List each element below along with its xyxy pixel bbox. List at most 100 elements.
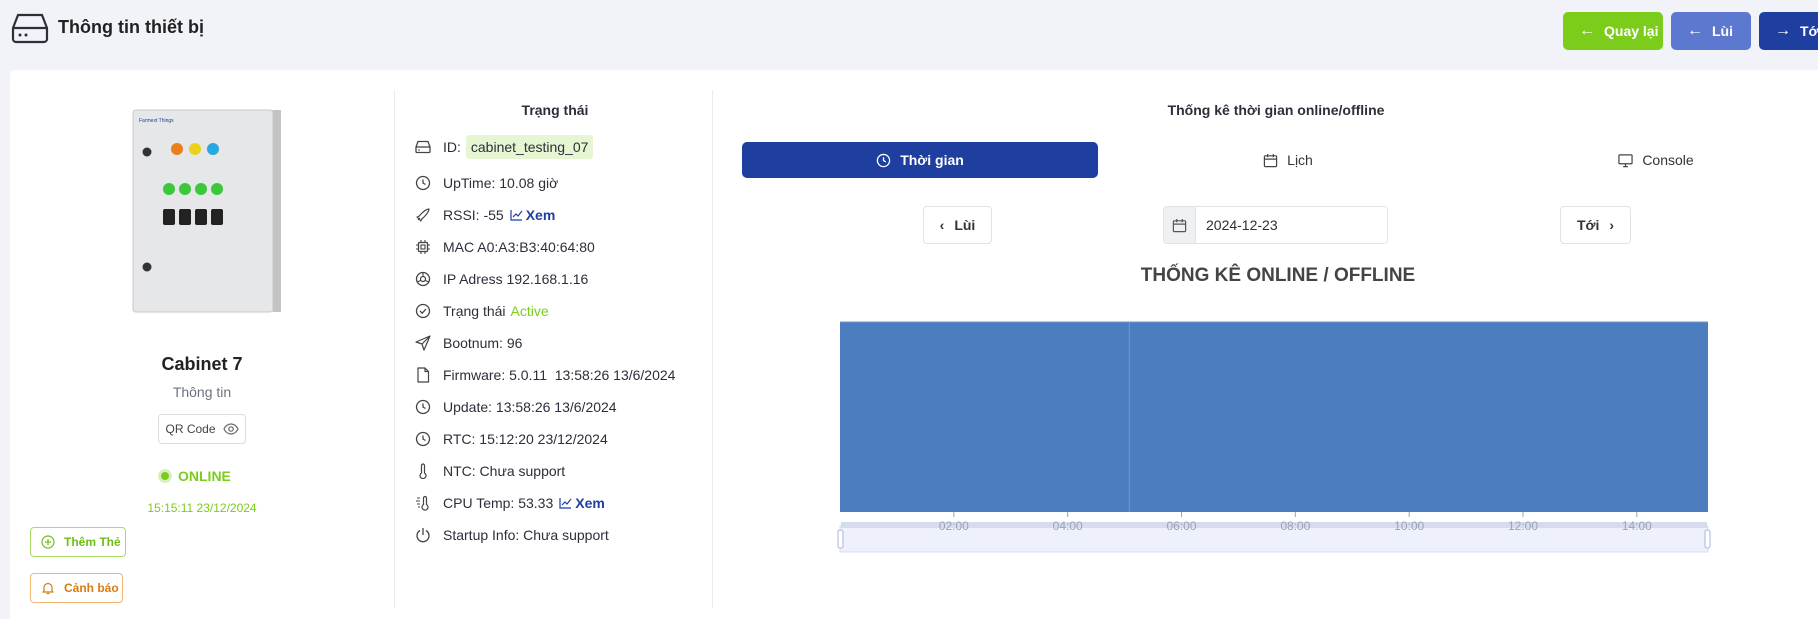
alert-button[interactable]: Cảnh báo: [30, 573, 123, 603]
rssi-view-link[interactable]: Xem: [510, 207, 555, 223]
tab-time[interactable]: Thời gian: [742, 142, 1098, 178]
calendar-icon: [1263, 153, 1278, 167]
chevron-right-icon: ›: [1609, 217, 1615, 233]
x-tick-label: 08:00: [1280, 519, 1310, 533]
state-label: Trạng thái: [443, 303, 506, 319]
plus-circle-icon: [41, 535, 55, 549]
status-rtc-row: RTC: 15:12:20 23/12/2024: [414, 429, 608, 449]
hard-drive-icon: [414, 138, 432, 156]
power-icon: [414, 526, 432, 544]
browser-icon: [414, 270, 432, 288]
status-ip-row: IP Adress 192.168.1.16: [414, 269, 588, 289]
chart-prev-label: Lùi: [954, 217, 976, 233]
clock-icon: [876, 153, 891, 167]
page-title: Thông tin thiết bị: [58, 17, 204, 37]
chart-prev-button[interactable]: ‹ Lùi: [923, 206, 992, 244]
startup-text: Startup Info: Chưa support: [443, 527, 609, 543]
clock-icon: [414, 174, 432, 192]
status-id-label: ID:: [443, 139, 461, 155]
x-tick-label: 14:00: [1622, 519, 1652, 533]
qr-code-label: QR Code: [165, 422, 216, 436]
x-tick-label: 02:00: [939, 519, 969, 533]
tab-console-label: Console: [1642, 152, 1694, 168]
firmware-text: Firmware: 5.0.11 13:58:26 13/6/2024: [443, 367, 676, 383]
uptime-text: UpTime: 10.08 giờ: [443, 175, 559, 191]
arrow-right-icon: →: [1775, 22, 1791, 39]
status-update-row: Update: 13:58:26 13/6/2024: [414, 397, 617, 417]
bootnum-text: Bootnum: 96: [443, 335, 523, 351]
prev-button-label: Lùi: [1712, 23, 1733, 39]
status-title: Trạng thái: [521, 102, 589, 118]
alert-label: Cảnh báo: [64, 581, 119, 595]
chevron-left-icon: ‹: [939, 217, 945, 233]
status-id-row: ID: cabinet_testing_07: [414, 135, 594, 159]
date-picker[interactable]: [1163, 206, 1388, 244]
tab-calendar[interactable]: Lịch: [1110, 142, 1466, 178]
mac-text: MAC A0:A3:B3:40:64:80: [443, 239, 595, 255]
chart-title: THỐNG KÊ ONLINE / OFFLINE: [1140, 265, 1416, 286]
ntc-text: NTC: Chưa support: [443, 463, 566, 479]
online-status-label: ONLINE: [178, 468, 231, 484]
tab-time-label: Thời gian: [900, 152, 964, 168]
hard-drive-icon: [11, 13, 49, 44]
eye-icon: [222, 423, 239, 435]
calendar-icon: [1164, 207, 1196, 243]
data-zoom-slider: [839, 525, 1709, 553]
x-tick-label: 10:00: [1394, 519, 1424, 533]
stats-title: Thống kê thời gian online/offline: [1167, 102, 1385, 118]
qr-code-button[interactable]: QR Code: [158, 414, 246, 444]
device-id-badge: cabinet_testing_07: [465, 135, 594, 159]
update-text: Update: 13:58:26 13/6/2024: [443, 399, 617, 415]
clock-icon: [414, 398, 432, 416]
next-button-label: Tới: [1800, 23, 1818, 39]
send-icon: [414, 334, 432, 352]
online-area-segment: [1129, 322, 1708, 512]
column-divider: [712, 90, 713, 608]
device-name: Cabinet 7: [161, 354, 243, 374]
line-chart-icon: [559, 498, 572, 509]
x-tick-label: 04:00: [1053, 519, 1083, 533]
check-circle-icon: [414, 302, 432, 320]
zoom-handle-left: [837, 529, 844, 549]
date-input[interactable]: [1196, 207, 1387, 243]
online-offline-chart: 02:00 04:00 06:00 08:00 10:00 12:00 14:00: [837, 321, 1711, 553]
cpu-temp-text: CPU Temp: 53.33: [443, 495, 554, 511]
status-bootnum-row: Bootnum: 96: [414, 333, 522, 353]
rocket-icon: [414, 206, 432, 224]
online-area-segment: [840, 322, 1130, 512]
monitor-icon: [1618, 153, 1633, 167]
cpu-temp-view-label: Xem: [575, 495, 605, 511]
state-value: Active: [510, 303, 549, 319]
temperature-icon: [414, 494, 432, 512]
line-chart-icon: [510, 210, 523, 221]
add-card-label: Thêm Thẻ: [64, 535, 121, 549]
status-cpu-row: CPU Temp: 53.33 Xem: [414, 493, 605, 513]
online-dot-icon: [158, 469, 172, 483]
rssi-text: RSSI: -55: [443, 207, 504, 223]
status-startup-row: Startup Info: Chưa support: [414, 525, 609, 545]
x-tick-label: 06:00: [1166, 519, 1196, 533]
data-zoom-track: [841, 522, 1707, 528]
x-tick-label: 12:00: [1508, 519, 1538, 533]
add-card-button[interactable]: Thêm Thẻ: [30, 527, 126, 557]
thermometer-icon: [414, 462, 432, 480]
status-state-row: Trạng thái Active: [414, 301, 549, 321]
file-icon: [414, 366, 432, 384]
device-subtitle: Thông tin: [172, 384, 232, 400]
chip-icon: [414, 238, 432, 256]
ip-text: IP Adress 192.168.1.16: [443, 271, 589, 287]
back-button[interactable]: ← Quay lại: [1563, 12, 1663, 50]
chart-next-button[interactable]: Tới ›: [1560, 206, 1631, 244]
bell-icon: [42, 582, 54, 595]
rtc-text: RTC: 15:12:20 23/12/2024: [443, 431, 608, 447]
clock-icon: [414, 430, 432, 448]
status-ntc-row: NTC: Chưa support: [414, 461, 565, 481]
tab-console[interactable]: Console: [1478, 142, 1818, 178]
prev-button[interactable]: ← Lùi: [1671, 12, 1751, 50]
status-mac-row: MAC A0:A3:B3:40:64:80: [414, 237, 595, 257]
cabinet-image: Farmext Things: [132, 109, 281, 313]
next-button[interactable]: → Tới: [1759, 12, 1818, 50]
online-status-time: 15:15:11 23/12/2024: [147, 501, 257, 515]
cpu-temp-view-link[interactable]: Xem: [559, 495, 605, 511]
brand-logo-text: Farmext Things: [139, 118, 174, 124]
